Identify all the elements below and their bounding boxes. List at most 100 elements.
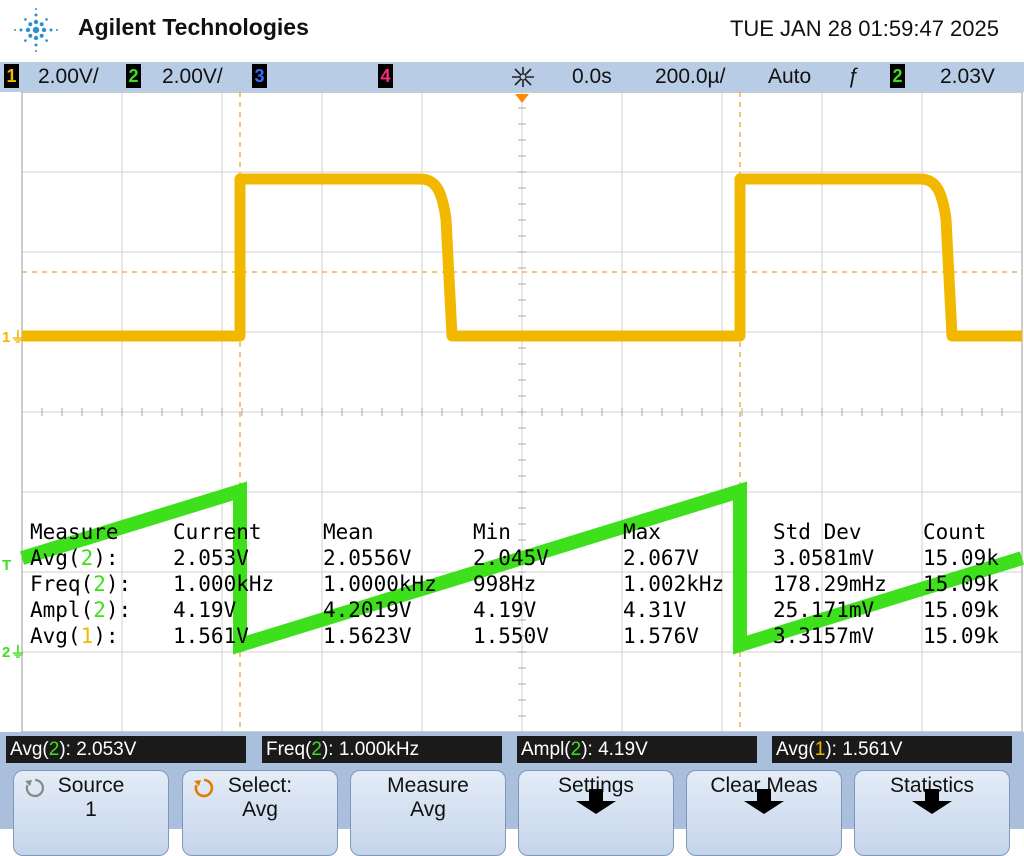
ch2-indicator[interactable]: 2 bbox=[126, 64, 141, 90]
source-softkey-value: 1 bbox=[85, 798, 97, 821]
meas-readout-3-value: ): 4.19V bbox=[581, 739, 648, 760]
meas-current: 1.561V bbox=[173, 624, 249, 648]
select-softkey-value: Avg bbox=[242, 798, 278, 821]
meas-row-name: Avg(1): bbox=[30, 624, 119, 648]
meas-readout-2-name: Freq( bbox=[266, 739, 312, 760]
measurement-statistics-table: Measure Current Mean Min Max Std Dev Count Avg(… bbox=[0, 92, 1024, 732]
trigger-channel-number: 2 bbox=[890, 64, 905, 88]
meas-count: 15.09k bbox=[923, 598, 999, 622]
meas-row-suffix: ): bbox=[105, 572, 132, 596]
waveform-display[interactable]: 1⏚ T 2⏚ Measure Current Mean Min Max Std Dev Cou… bbox=[0, 92, 1024, 732]
meas-header-max: Max bbox=[623, 520, 661, 544]
meas-header-min: Min bbox=[473, 520, 511, 544]
meas-header-measure: Measure bbox=[30, 520, 119, 544]
ch3-indicator[interactable]: 3 bbox=[252, 64, 267, 90]
source-softkey[interactable]: Source 1 bbox=[13, 770, 169, 856]
trigger-level: 2.03V bbox=[940, 65, 995, 88]
meas-header-std-dev: Std Dev bbox=[773, 520, 862, 544]
meas-count: 15.09k bbox=[923, 624, 999, 648]
meas-readout-1: Avg(2): 2.053V bbox=[6, 736, 246, 763]
select-softkey[interactable]: Select: Avg bbox=[182, 770, 338, 856]
meas-readout-1-channel: 2 bbox=[48, 739, 60, 760]
meas-current: 1.000kHz bbox=[173, 572, 275, 596]
meas-current: 2.053V bbox=[173, 546, 249, 570]
measure-softkey-value: Avg bbox=[410, 798, 446, 821]
datetime: TUE JAN 28 01:59:47 2025 bbox=[729, 16, 999, 41]
meas-row-suffix: ): bbox=[93, 624, 119, 648]
select-softkey-label: Select: bbox=[227, 774, 293, 797]
submenu-arrow-icon bbox=[925, 789, 939, 801]
meas-row-func: Freq( bbox=[30, 572, 94, 596]
ch4-indicator[interactable]: 4 bbox=[378, 64, 393, 90]
meas-mean: 2.0556V bbox=[323, 546, 412, 570]
acquisition-run-icon bbox=[512, 67, 534, 87]
brand-name: Agilent Technologies bbox=[78, 14, 309, 40]
meas-readout-4-name: Avg( bbox=[776, 739, 815, 760]
trigger-channel-indicator[interactable]: 2 bbox=[890, 64, 905, 90]
meas-row-name: Freq(2): bbox=[30, 572, 131, 596]
source-softkey-label: Source bbox=[57, 774, 125, 797]
timebase: 200.0µ/ bbox=[655, 65, 726, 88]
submenu-arrow-icon bbox=[757, 789, 771, 801]
meas-max: 1.002kHz bbox=[623, 572, 725, 596]
meas-stddev: 25.171mV bbox=[773, 598, 875, 622]
meas-mean: 1.0000kHz bbox=[323, 572, 437, 596]
meas-header-current: Current bbox=[173, 520, 262, 544]
submenu-arrowhead-icon bbox=[744, 801, 784, 814]
meas-row-channel: 2 bbox=[93, 598, 106, 622]
meas-readout-3-name: Ampl( bbox=[521, 739, 571, 760]
meas-readout-3-channel: 2 bbox=[570, 739, 582, 760]
meas-max: 1.576V bbox=[623, 624, 699, 648]
trigger-slope-icon: ƒ bbox=[848, 65, 860, 88]
meas-min: 998Hz bbox=[473, 572, 537, 596]
meas-row-suffix: ): bbox=[105, 598, 132, 622]
meas-count: 15.09k bbox=[923, 572, 999, 596]
meas-row-channel: 2 bbox=[93, 572, 106, 596]
meas-readout-1-value: ): 2.053V bbox=[59, 739, 137, 760]
meas-row-channel: 2 bbox=[80, 546, 94, 570]
meas-readout-4: Avg(1): 1.561V bbox=[772, 736, 1012, 763]
measure-softkey-label: Measure bbox=[387, 774, 469, 797]
meas-current: 4.19V bbox=[173, 598, 237, 622]
meas-readout-2: Freq(2): 1.000kHz bbox=[262, 736, 502, 763]
meas-min: 2.045V bbox=[473, 546, 549, 570]
measure-softkey[interactable]: Measure Avg bbox=[350, 770, 506, 856]
meas-min: 1.550V bbox=[473, 624, 549, 648]
header: Agilent Technologies TUE JAN 28 01:59:47… bbox=[0, 0, 1024, 62]
meas-min: 4.19V bbox=[473, 598, 537, 622]
clear-meas-softkey[interactable]: Clear Meas bbox=[686, 770, 842, 856]
submenu-arrowhead-icon bbox=[912, 801, 952, 814]
meas-row-name: Avg(2): bbox=[30, 546, 119, 570]
meas-mean: 1.5623V bbox=[323, 624, 412, 648]
ch1-indicator[interactable]: 1 bbox=[4, 64, 19, 90]
meas-readout-3: Ampl(2): 4.19V bbox=[517, 736, 757, 763]
status-bar: 1 2.00V/ 2 2.00V/ 3 4 0.0s 200.0µ/ Auto … bbox=[0, 62, 1024, 92]
meas-row-suffix: ): bbox=[93, 546, 119, 570]
ch3-number: 3 bbox=[252, 64, 267, 88]
meas-row-func: Avg( bbox=[30, 624, 81, 648]
meas-count: 15.09k bbox=[923, 546, 999, 570]
settings-softkey[interactable]: Settings bbox=[518, 770, 674, 856]
meas-max: 4.31V bbox=[623, 598, 687, 622]
time-offset: 0.0s bbox=[572, 65, 612, 88]
meas-header-count: Count bbox=[923, 520, 987, 544]
trigger-mode: Auto bbox=[768, 65, 812, 88]
meas-readout-1-name: Avg( bbox=[10, 739, 49, 760]
meas-row-channel: 1 bbox=[80, 624, 94, 648]
meas-row-func: Avg( bbox=[30, 546, 81, 570]
submenu-arrow-icon bbox=[589, 789, 603, 801]
meas-stddev: 3.0581mV bbox=[773, 546, 875, 570]
ch4-number: 4 bbox=[378, 64, 393, 88]
meas-mean: 4.2019V bbox=[323, 598, 412, 622]
statistics-softkey[interactable]: Statistics bbox=[854, 770, 1010, 856]
submenu-arrowhead-icon bbox=[576, 801, 616, 814]
agilent-logo-icon bbox=[14, 8, 58, 52]
meas-readout-2-value: ): 1.000kHz bbox=[321, 739, 420, 760]
meas-readout-2-channel: 2 bbox=[311, 739, 322, 760]
bottom-panel: Avg(2): 2.053V Freq(2): 1.000kHz Ampl(2)… bbox=[0, 732, 1024, 856]
meas-header-mean: Mean bbox=[323, 520, 374, 544]
ch2-scale: 2.00V/ bbox=[162, 65, 223, 88]
meas-row-func: Ampl( bbox=[30, 598, 94, 622]
ch2-number: 2 bbox=[126, 64, 141, 88]
meas-readout-4-value: ): 1.561V bbox=[825, 739, 903, 760]
